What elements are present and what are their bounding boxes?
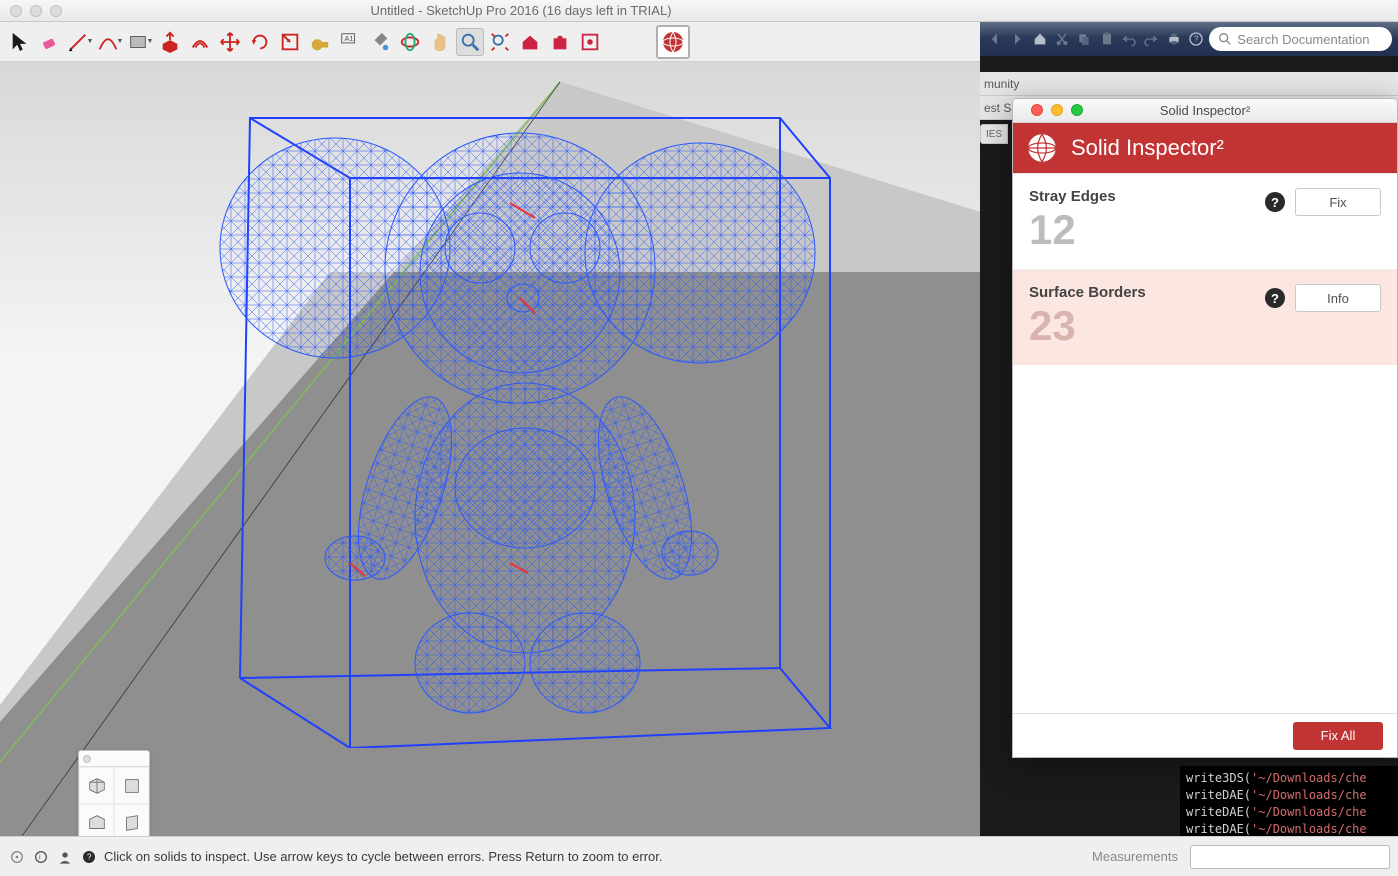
line-tool[interactable]	[66, 28, 94, 56]
push-pull-tool[interactable]	[156, 28, 184, 56]
selected-model-wireframe[interactable]	[140, 88, 840, 748]
svg-text:?: ?	[87, 852, 92, 861]
si-zoom-button[interactable]	[1071, 104, 1083, 116]
zoom-extents-tool[interactable]	[486, 28, 514, 56]
console-line: writeDAE('~/Downloads/che	[1186, 787, 1392, 804]
solid-inspector-launcher[interactable]	[656, 25, 690, 59]
si-close-button[interactable]	[1031, 104, 1043, 116]
views-panel[interactable]	[78, 750, 150, 836]
solid-inspector-window[interactable]: Solid Inspector² Solid Inspector² Stray …	[1012, 98, 1398, 758]
rotate-tool[interactable]	[246, 28, 274, 56]
help-icon[interactable]: ?	[1187, 29, 1205, 49]
status-hint: Click on solids to inspect. Use arrow ke…	[104, 849, 663, 864]
warehouse-tool[interactable]	[516, 28, 544, 56]
move-tool[interactable]	[216, 28, 244, 56]
views-panel-close[interactable]	[83, 755, 91, 763]
cut-icon[interactable]	[1053, 29, 1071, 49]
close-window-button[interactable]	[10, 5, 22, 17]
extension-warehouse-tool[interactable]	[546, 28, 574, 56]
undo-icon[interactable]	[1120, 29, 1138, 49]
select-tool[interactable]	[6, 28, 34, 56]
si-item-surface-borders[interactable]: Surface Borders 23 ? Info	[1013, 269, 1397, 365]
si-item-label: Surface Borders	[1029, 284, 1265, 301]
home-icon[interactable]	[1031, 29, 1049, 49]
svg-text:?: ?	[1194, 35, 1199, 44]
doc-browser-toolbar: ? Search Documentation	[980, 22, 1398, 56]
status-help-icon[interactable]: ?	[80, 848, 98, 866]
window-title: Untitled - SketchUp Pro 2016 (16 days le…	[370, 3, 671, 18]
orbit-tool[interactable]	[396, 28, 424, 56]
paste-icon[interactable]	[1098, 29, 1116, 49]
help-icon[interactable]: ?	[1265, 192, 1285, 212]
measurements-input[interactable]	[1190, 845, 1390, 869]
shape-tool[interactable]	[126, 28, 154, 56]
globe-icon	[1027, 133, 1057, 163]
fix-all-button[interactable]: Fix All	[1293, 722, 1383, 750]
text-tool[interactable]: A1	[336, 28, 364, 56]
console-line: write3DS('~/Downloads/che	[1186, 770, 1392, 787]
si-minimize-button[interactable]	[1051, 104, 1063, 116]
si-item-label: Stray Edges	[1029, 188, 1265, 205]
search-input[interactable]: Search Documentation	[1209, 27, 1392, 51]
view-right[interactable]	[114, 804, 149, 836]
minimize-window-button[interactable]	[30, 5, 42, 17]
si-item-count: 12	[1029, 209, 1265, 251]
zoom-window-button[interactable]	[50, 5, 62, 17]
forward-icon[interactable]	[1008, 29, 1026, 49]
si-window-title: Solid Inspector²	[1160, 103, 1250, 118]
search-icon	[1217, 31, 1233, 47]
offset-tool[interactable]	[186, 28, 214, 56]
si-item-stray-edges[interactable]: Stray Edges 12 ? Fix	[1013, 173, 1397, 269]
status-bar: i ? Click on solids to inspect. Use arro…	[0, 836, 1398, 876]
print-icon[interactable]	[1165, 29, 1183, 49]
3d-viewport[interactable]	[0, 62, 980, 836]
view-iso[interactable]	[79, 767, 114, 804]
view-front[interactable]	[79, 804, 114, 836]
main-toolbar: A1	[0, 22, 980, 62]
redo-icon[interactable]	[1142, 29, 1160, 49]
svg-text:A1: A1	[345, 34, 354, 43]
fix-button[interactable]: Fix	[1295, 188, 1381, 216]
svg-text:i: i	[39, 852, 41, 861]
solid-inspector-header: Solid Inspector²	[1013, 123, 1397, 173]
eraser-tool[interactable]	[36, 28, 64, 56]
layout-tool[interactable]	[576, 28, 604, 56]
user-icon[interactable]	[56, 848, 74, 866]
credits-icon[interactable]: i	[32, 848, 50, 866]
solid-inspector-titlebar[interactable]: Solid Inspector²	[1013, 99, 1397, 123]
si-item-count: 23	[1029, 305, 1265, 347]
doc-browser-titlebar	[980, 0, 1398, 22]
view-top[interactable]	[114, 767, 149, 804]
geo-location-icon[interactable]	[8, 848, 26, 866]
help-icon[interactable]: ?	[1265, 288, 1285, 308]
doc-tab-fragment-1[interactable]: munity	[980, 72, 1398, 96]
info-button[interactable]: Info	[1295, 284, 1381, 312]
tape-measure-tool[interactable]	[306, 28, 334, 56]
doc-tab-badge[interactable]: IES	[980, 124, 1008, 144]
si-header-title: Solid Inspector²	[1071, 135, 1224, 161]
console-line: writeDAE('~/Downloads/che	[1186, 821, 1392, 836]
paint-bucket-tool[interactable]	[366, 28, 394, 56]
back-icon[interactable]	[986, 29, 1004, 49]
scale-tool[interactable]	[276, 28, 304, 56]
solid-inspector-footer: Fix All	[1013, 713, 1397, 757]
solid-inspector-body: Stray Edges 12 ? Fix Surface Borders 23 …	[1013, 173, 1397, 713]
main-window-titlebar: Untitled - SketchUp Pro 2016 (16 days le…	[0, 0, 980, 22]
measurements-label: Measurements	[1092, 849, 1178, 864]
pan-tool[interactable]	[426, 28, 454, 56]
copy-icon[interactable]	[1075, 29, 1093, 49]
console-line: writeDAE('~/Downloads/che	[1186, 804, 1392, 821]
arc-tool[interactable]	[96, 28, 124, 56]
search-placeholder: Search Documentation	[1237, 32, 1369, 47]
ruby-console[interactable]: write3DS('~/Downloads/che writeDAE('~/Do…	[1180, 766, 1398, 836]
zoom-tool[interactable]	[456, 28, 484, 56]
